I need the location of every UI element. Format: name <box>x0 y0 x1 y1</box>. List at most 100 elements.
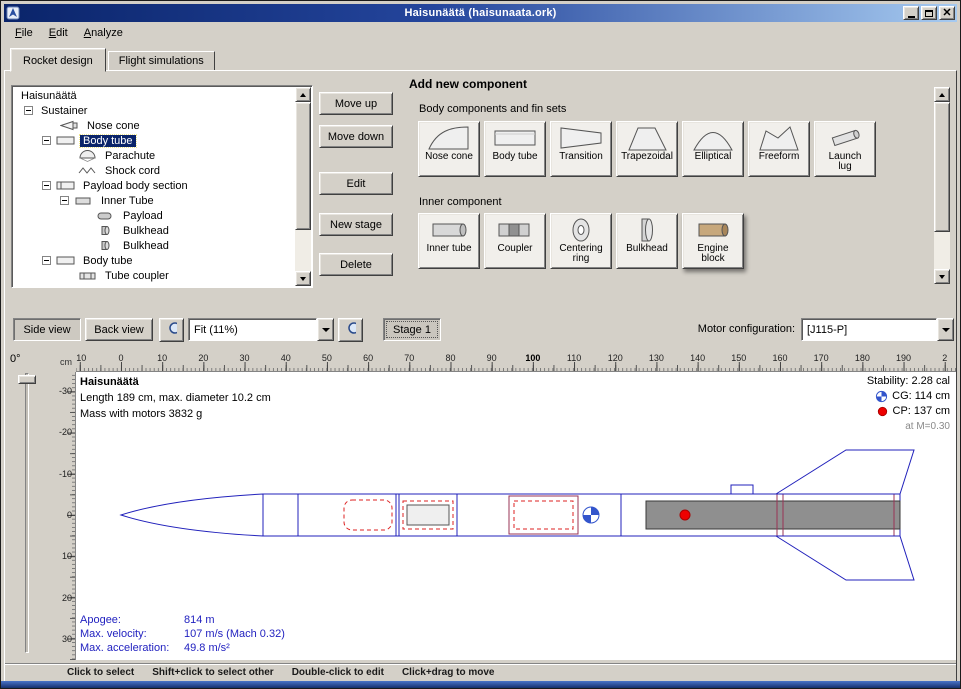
chevron-down-icon[interactable] <box>937 318 954 341</box>
tree-item-nose-cone[interactable]: Nose cone <box>14 118 294 133</box>
collapse-icon[interactable] <box>42 136 51 145</box>
edit-button[interactable]: Edit <box>319 172 393 195</box>
app-icon[interactable] <box>6 6 20 20</box>
component-button-label: Launch lug <box>821 152 869 172</box>
back-view-button[interactable]: Back view <box>85 318 153 341</box>
add-coupler-button[interactable]: Coupler <box>484 213 546 269</box>
add-body-tube-button[interactable]: Body tube <box>484 121 546 177</box>
scroll-thumb[interactable] <box>934 102 950 232</box>
add-elliptical-fin-button[interactable]: Elliptical <box>682 121 744 177</box>
tree-item-bulkhead-aft[interactable]: Bulkhead <box>14 283 294 285</box>
add-nose-cone-button[interactable]: Nose cone <box>418 121 480 177</box>
component-tree[interactable]: Haisunäätä Sustainer Nose cone Body tube… <box>11 85 313 288</box>
ruler-label: 190 <box>883 351 924 363</box>
stability-condition: at M=0.30 <box>905 419 950 434</box>
scroll-thumb[interactable] <box>295 102 311 230</box>
add-centering-ring-button[interactable]: Centering ring <box>550 213 612 269</box>
ruler-label: 30 <box>224 351 265 363</box>
add-launch-lug-button[interactable]: Launch lug <box>814 121 876 177</box>
payload-section-shape[interactable] <box>509 496 578 534</box>
tree-item-body-tube[interactable]: Body tube <box>14 133 294 148</box>
launch-lug-shape[interactable] <box>731 485 753 494</box>
add-trapezoidal-fin-button[interactable]: Trapezoidal <box>616 121 678 177</box>
engine-block-icon <box>691 217 735 244</box>
motor-configuration-label: Motor configuration: <box>565 323 795 335</box>
collapse-icon[interactable] <box>42 256 51 265</box>
nosecone-icon <box>427 125 471 152</box>
tree-item-body-tube-aft[interactable]: Body tube <box>14 253 294 268</box>
menu-edit[interactable]: Edit <box>41 25 76 42</box>
maximize-icon[interactable] <box>921 6 937 20</box>
ruler-label: 160 <box>759 351 800 363</box>
move-down-button[interactable]: Move down <box>319 125 393 148</box>
stability-info: Stability: 2.28 cal CG: 114 cm CP: 137 c… <box>867 374 950 434</box>
close-icon[interactable]: ✕ <box>939 6 955 20</box>
rocket-view-canvas[interactable]: Haisunäätä Length 189 cm, max. diameter … <box>76 372 956 660</box>
ruler-label: 30 <box>56 634 72 644</box>
tree-item-label: Bulkhead <box>120 240 172 252</box>
tree-item-tube-coupler[interactable]: Tube coupler <box>14 268 294 283</box>
ruler-label: 50 <box>306 351 347 363</box>
centering-ring-icon <box>559 217 603 244</box>
menu-analyze[interactable]: Analyze <box>76 25 131 42</box>
tab-rocket-design[interactable]: Rocket design <box>10 48 106 72</box>
component-button-label: Body tube <box>492 152 537 162</box>
cg-icon <box>875 390 888 403</box>
add-transition-button[interactable]: Transition <box>550 121 612 177</box>
tree-item-sustainer[interactable]: Sustainer <box>14 103 294 118</box>
move-up-button[interactable]: Move up <box>319 92 393 115</box>
scroll-up-icon[interactable] <box>934 87 950 102</box>
side-view-button[interactable]: Side view <box>13 318 81 341</box>
payload-shape[interactable] <box>407 505 449 525</box>
add-inner-tube-button[interactable]: Inner tube <box>418 213 480 269</box>
scroll-up-icon[interactable] <box>295 87 311 102</box>
tree-item-payload-section[interactable]: Payload body section <box>14 178 294 193</box>
ruler-label: -30 <box>56 386 72 396</box>
motor-configuration-select[interactable]: [J115-P] <box>801 318 954 341</box>
ruler-label: 40 <box>265 351 306 363</box>
collapse-icon[interactable] <box>42 181 51 190</box>
chevron-down-icon[interactable] <box>317 318 334 341</box>
tree-scrollbar[interactable] <box>295 87 311 286</box>
tree-item-label: Bulkhead <box>102 285 154 286</box>
zoom-select[interactable]: Fit (11%) <box>188 318 334 341</box>
rotation-slider[interactable] <box>25 373 29 653</box>
scroll-down-icon[interactable] <box>934 269 950 284</box>
stage-1-toggle[interactable]: Stage 1 <box>383 318 441 341</box>
inner-tube-shape[interactable] <box>514 501 573 529</box>
nose-cone-shape[interactable] <box>121 494 263 536</box>
zoom-out-button[interactable] <box>338 318 363 342</box>
tree-item-shock-cord[interactable]: Shock cord <box>14 163 294 178</box>
rotation-slider-handle[interactable] <box>18 375 36 384</box>
add-bulkhead-button[interactable]: Bulkhead <box>616 213 678 269</box>
scroll-down-icon[interactable] <box>295 271 311 286</box>
parachute-shape[interactable] <box>344 500 392 530</box>
hint-click-select: Click to select <box>67 667 134 678</box>
add-panel-scrollbar[interactable] <box>934 87 950 284</box>
trapezoidal-fin-icon <box>625 125 669 152</box>
zoom-in-button[interactable] <box>159 318 184 342</box>
add-engine-block-button[interactable]: Engine block <box>682 213 744 269</box>
tree-item-inner-tube[interactable]: Inner Tube <box>14 193 294 208</box>
add-freeform-fin-button[interactable]: Freeform <box>748 121 810 177</box>
tree-item-bulkhead[interactable]: Bulkhead <box>14 223 294 238</box>
titlebar[interactable]: Haisunäätä (haisunaata.ork) ✕ <box>4 4 957 22</box>
ruler-label: 10 <box>142 351 183 363</box>
ruler-label: 140 <box>677 351 718 363</box>
menu-file[interactable]: File <box>7 25 41 42</box>
tree-item-rocket[interactable]: Haisunäätä <box>14 88 294 103</box>
tab-flight-simulations[interactable]: Flight simulations <box>108 51 215 71</box>
collapse-icon[interactable] <box>60 196 69 205</box>
fin-top-shape[interactable] <box>776 450 914 494</box>
fin-bottom-shape[interactable] <box>776 536 914 580</box>
minimize-icon[interactable] <box>903 6 919 20</box>
ruler-label: 130 <box>636 351 677 363</box>
tree-item-bulkhead[interactable]: Bulkhead <box>14 238 294 253</box>
new-stage-button[interactable]: New stage <box>319 213 393 236</box>
delete-button[interactable]: Delete <box>319 253 393 276</box>
elliptical-fin-icon <box>691 125 735 152</box>
collapse-icon[interactable] <box>24 106 33 115</box>
tree-item-parachute[interactable]: Parachute <box>14 148 294 163</box>
freeform-fin-icon <box>757 125 801 152</box>
tree-item-payload[interactable]: Payload <box>14 208 294 223</box>
